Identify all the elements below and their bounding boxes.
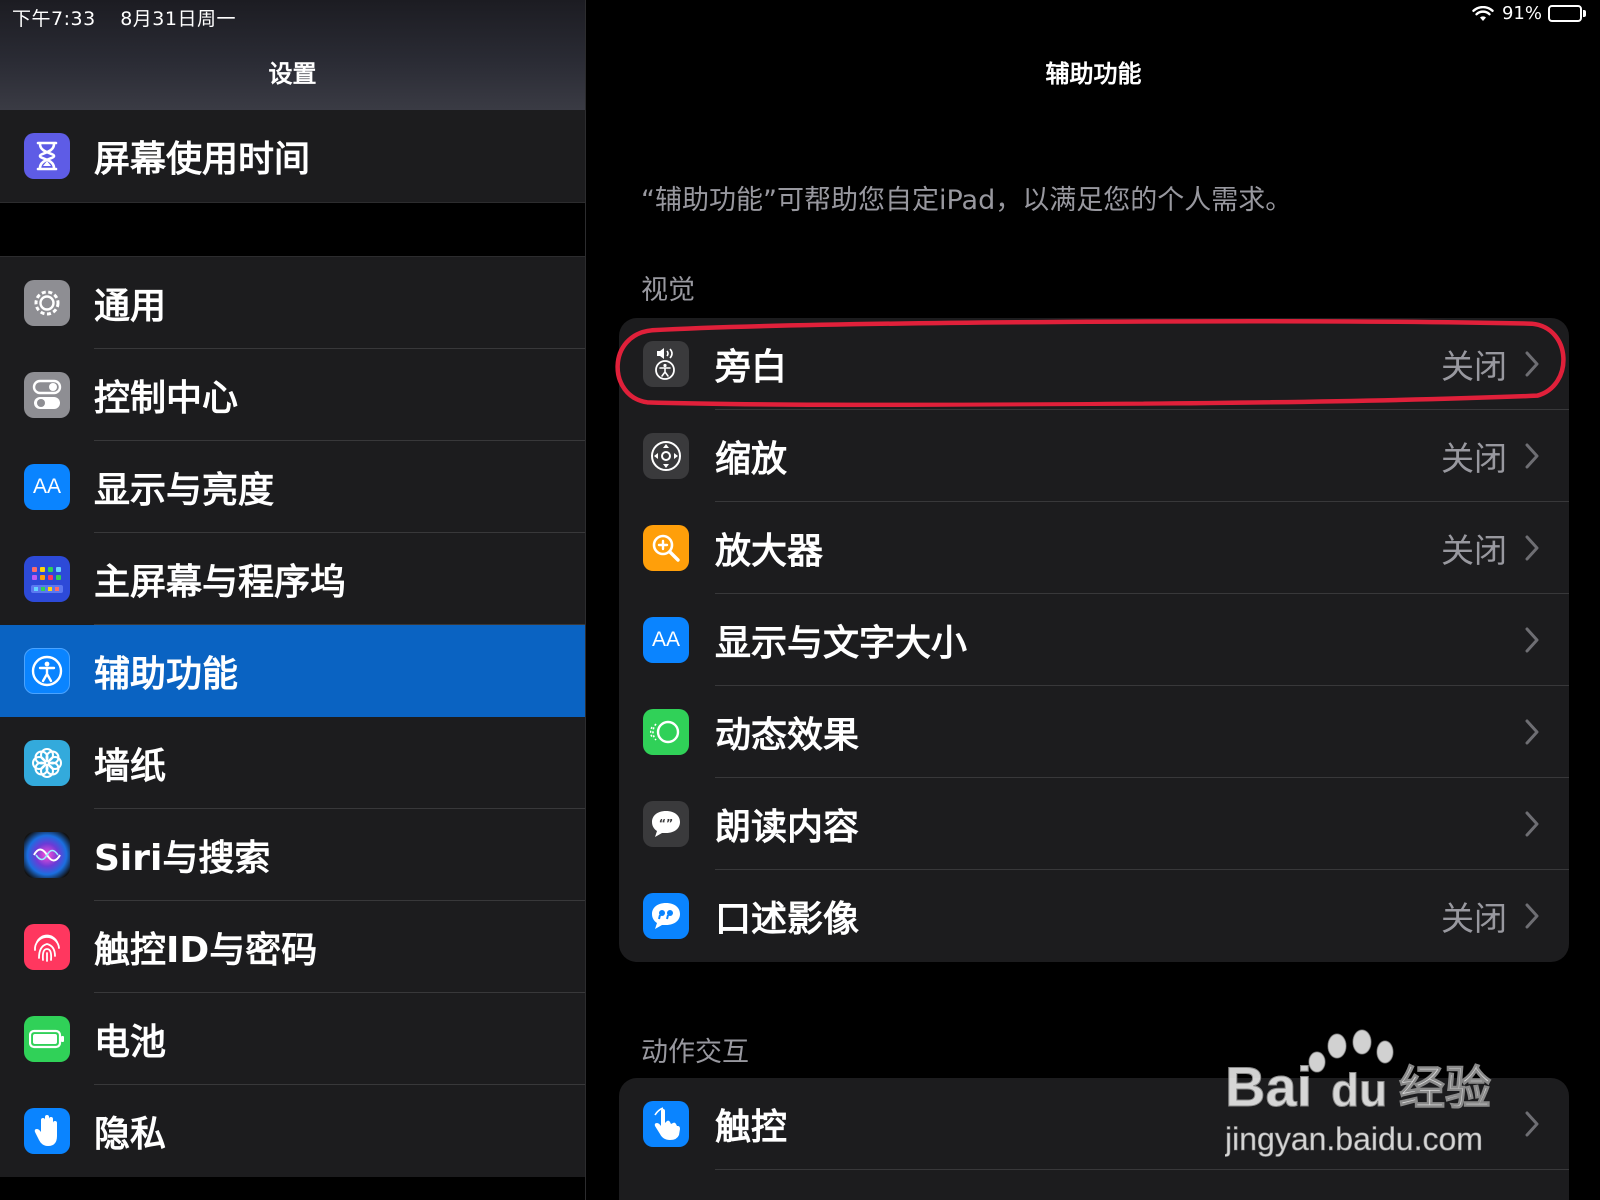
sidebar-item-label: 辅助功能	[94, 654, 239, 695]
voiceover-icon	[643, 341, 689, 387]
sidebar-item-wallpaper[interactable]: 墙纸	[0, 717, 585, 809]
sidebar-item-label: 控制中心	[94, 378, 239, 419]
chevron-right-icon	[1525, 351, 1539, 377]
text-size-glyph: AA	[651, 628, 680, 651]
home-screen-grid-icon	[24, 556, 70, 602]
page-description: “辅助功能”可帮助您自定iPad，以满足您的个人需求。	[641, 185, 1293, 216]
wifi-icon	[1472, 5, 1494, 21]
sidebar-title: 设置	[268, 60, 317, 88]
status-time-date: 下午7:33 8月31日周一	[12, 4, 236, 31]
sidebar-item-label: 主屏幕与程序坞	[94, 562, 347, 603]
row-voiceover[interactable]: 旁白 关闭	[619, 318, 1569, 410]
touch-hand-icon	[643, 1101, 689, 1147]
sidebar-item-label: 通用	[94, 286, 167, 327]
section-header-vision: 视觉	[641, 275, 695, 306]
siri-icon	[24, 832, 70, 878]
sidebar-item-screen-time[interactable]: 屏幕使用时间	[0, 110, 585, 202]
sidebar-item-touch-id-passcode[interactable]: 触控ID与密码	[0, 901, 585, 993]
hand-icon	[24, 1108, 70, 1154]
sidebar-item-siri-search[interactable]: Siri与搜索	[0, 809, 585, 901]
status-bar: 下午7:33 8月31日周一 91%	[0, 0, 1600, 30]
row-touch[interactable]: 触控	[619, 1078, 1569, 1170]
row-label: 朗读内容	[715, 807, 860, 848]
sidebar-item-control-center[interactable]: 控制中心	[0, 349, 585, 441]
sidebar-item-privacy[interactable]: 隐私	[0, 1085, 585, 1177]
fingerprint-icon	[24, 924, 70, 970]
sidebar-gap	[0, 202, 585, 257]
toggles-icon	[24, 372, 70, 418]
row-label: 显示与文字大小	[715, 623, 968, 664]
row-motion[interactable]: 动态效果	[619, 686, 1569, 778]
motion-icon	[643, 709, 689, 755]
row-audio-descriptions[interactable]: 口述影像 关闭	[619, 870, 1569, 962]
battery-icon	[24, 1016, 70, 1062]
audio-description-icon	[643, 893, 689, 939]
card-vision: 旁白 关闭 缩放 关闭 放大器 关闭 AA 显示与文字大小 动态效果 “” 朗读…	[619, 318, 1569, 962]
sidebar-item-home-screen-dock[interactable]: 主屏幕与程序坞	[0, 533, 585, 625]
hourglass-icon	[24, 133, 70, 179]
sidebar-item-display-brightness[interactable]: AA 显示与亮度	[0, 441, 585, 533]
chevron-right-icon	[1525, 1111, 1539, 1137]
row-value: 关闭	[1441, 899, 1507, 938]
row-label: 放大器	[715, 531, 824, 572]
accessibility-icon	[24, 648, 70, 694]
flower-icon	[24, 740, 70, 786]
sidebar: 设置 屏幕使用时间 通用 控制中心 AA 显示与亮度 主屏幕与程序坞 辅助功能 …	[0, 0, 586, 1200]
svg-text:“”: “”	[659, 817, 673, 830]
chevron-right-icon	[1525, 903, 1539, 929]
speech-bubble-icon: “”	[643, 801, 689, 847]
sidebar-group-main: 通用 控制中心 AA 显示与亮度 主屏幕与程序坞 辅助功能 墙纸 Siri与搜索…	[0, 257, 585, 1177]
row-label: 旁白	[715, 347, 788, 388]
sidebar-item-label: 屏幕使用时间	[94, 139, 311, 180]
ipad-settings-screen: 下午7:33 8月31日周一 91% 设置 屏幕使用时间 通用 控制中心 AA …	[0, 0, 1600, 1200]
row-value: 关闭	[1441, 439, 1507, 478]
row-display-text-size[interactable]: AA 显示与文字大小	[619, 594, 1569, 686]
chevron-right-icon	[1525, 627, 1539, 653]
main-panel: 辅助功能 “辅助功能”可帮助您自定iPad，以满足您的个人需求。 视觉 旁白 关…	[587, 0, 1600, 1200]
row-label: 口述影像	[715, 899, 860, 940]
row-value: 关闭	[1441, 347, 1507, 386]
sidebar-group-screen-time: 屏幕使用时间	[0, 110, 585, 202]
text-size-icon: AA	[643, 617, 689, 663]
status-date: 8月31日周一	[120, 8, 236, 30]
row-label: 触控	[715, 1107, 788, 1148]
sidebar-item-label: 隐私	[94, 1114, 167, 1155]
text-size-glyph: AA	[32, 475, 61, 498]
chevron-right-icon	[1525, 443, 1539, 469]
row-magnifier[interactable]: 放大器 关闭	[619, 502, 1569, 594]
battery-percent: 91%	[1501, 3, 1542, 24]
sidebar-item-general[interactable]: 通用	[0, 257, 585, 349]
section-header-interaction: 动作交互	[641, 1037, 749, 1068]
row-label: 动态效果	[715, 715, 860, 756]
card-interaction: 触控	[619, 1078, 1569, 1200]
sidebar-item-battery[interactable]: 电池	[0, 993, 585, 1085]
row-label: 缩放	[715, 439, 788, 480]
text-size-icon: AA	[24, 464, 70, 510]
sidebar-item-accessibility[interactable]: 辅助功能	[0, 625, 585, 717]
sidebar-item-label: 墙纸	[94, 746, 167, 787]
row-spoken-content[interactable]: “” 朗读内容	[619, 778, 1569, 870]
chevron-right-icon	[1525, 535, 1539, 561]
row-value: 关闭	[1441, 531, 1507, 570]
zoom-icon	[643, 433, 689, 479]
sidebar-item-label: 电池	[94, 1022, 167, 1063]
magnifier-icon	[643, 525, 689, 571]
battery-icon	[1548, 5, 1586, 22]
status-right: 91%	[1472, 3, 1586, 24]
page-title: 辅助功能	[1045, 60, 1142, 88]
chevron-right-icon	[1525, 811, 1539, 837]
chevron-right-icon	[1525, 719, 1539, 745]
status-time: 下午7:33	[12, 8, 96, 30]
row-zoom[interactable]: 缩放 关闭	[619, 410, 1569, 502]
sidebar-item-label: 触控ID与密码	[94, 930, 318, 971]
sidebar-item-label: Siri与搜索	[94, 838, 271, 879]
sidebar-item-label: 显示与亮度	[94, 470, 275, 511]
gear-icon	[24, 280, 70, 326]
